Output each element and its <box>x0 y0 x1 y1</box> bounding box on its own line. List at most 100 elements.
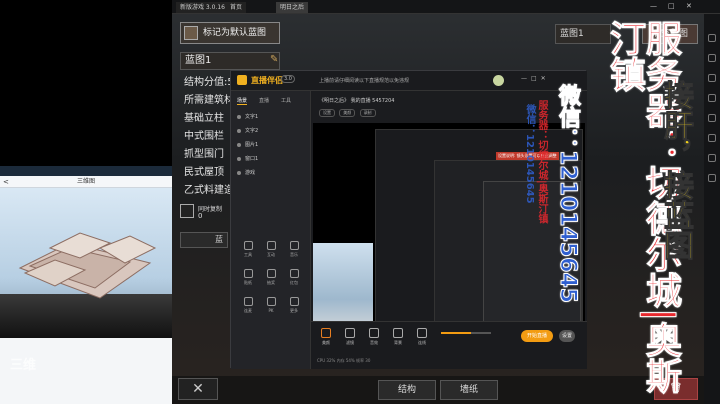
app-name: 直播伴侣 <box>251 76 283 85</box>
copy-checkbox[interactable] <box>180 204 194 218</box>
blue-button[interactable]: 蓝 <box>180 232 228 248</box>
keyboard-icon[interactable] <box>708 34 716 42</box>
app-title-bar: 直播伴侣 3.0 上播前请仔细阅读以下直播规范以免违规 —□✕ <box>231 71 587 91</box>
tool-label: 工具 <box>244 252 252 257</box>
layer-item[interactable]: 文字1 <box>235 111 307 123</box>
settings-button[interactable]: 设置 <box>559 330 575 342</box>
filter-icon <box>345 328 355 338</box>
tool-icon <box>266 269 276 278</box>
gamepad-icon[interactable] <box>708 54 716 62</box>
minimize-icon[interactable]: — <box>650 2 657 10</box>
bottom-tool-label: 滤镜 <box>346 340 354 345</box>
tab-scene[interactable]: 场景 <box>237 97 248 105</box>
beauty-button[interactable]: 美颜 <box>315 328 337 346</box>
app-notice: 上播前请仔细阅读以下直播规范以免违规 <box>319 78 410 84</box>
close-icon[interactable]: ✕ <box>686 2 692 10</box>
bottom-tool-label: 音效 <box>370 340 378 345</box>
mirror-wechat-text: 微信：1210145645 <box>524 104 535 204</box>
wechat-overlay-text: 微信：1210145645 <box>555 83 581 304</box>
pencil-icon[interactable]: ✎ <box>270 54 278 65</box>
watermark-logo: 三维 <box>10 357 37 372</box>
tool-button[interactable]: PK <box>260 297 282 313</box>
layer-item[interactable]: 游戏 <box>235 167 307 179</box>
tool-button[interactable]: 音乐 <box>283 241 305 258</box>
visibility-icon[interactable] <box>237 171 241 175</box>
start-live-button[interactable]: 开始直播 <box>521 330 553 342</box>
building-model <box>18 232 157 299</box>
tab-tools[interactable]: 工具 <box>281 97 291 104</box>
volume-icon[interactable] <box>708 114 716 122</box>
tool-label: 红包 <box>290 280 298 285</box>
tab-emulator[interactable]: 新版游戏 3.0.16 <box>176 2 229 13</box>
phone-preview: < 三维图 三维 <box>0 166 172 404</box>
volume-slider[interactable] <box>441 332 491 334</box>
emulator-tab-bar: 新版游戏 3.0.16 首页 明日之后 — □ ✕ <box>172 0 720 14</box>
back-icon[interactable]: < <box>3 176 9 188</box>
tab-game[interactable]: 明日之后 <box>276 2 309 13</box>
layer-label: 窗口1 <box>245 156 259 162</box>
layer-label: 游戏 <box>245 170 256 176</box>
tool-icon <box>266 297 276 306</box>
tool-button[interactable]: 抽奖 <box>260 269 282 286</box>
visibility-icon[interactable] <box>237 115 241 119</box>
chip-settings[interactable]: 设置 <box>319 109 335 117</box>
room-chips: 设置 美颜 录制 <box>319 109 379 117</box>
tool-button[interactable]: 连麦 <box>237 297 259 314</box>
layer-label: 文字2 <box>245 128 259 134</box>
structure-button[interactable]: 结构 <box>378 380 436 400</box>
connect-button[interactable]: 连线 <box>411 328 433 346</box>
more-icon[interactable] <box>708 174 716 182</box>
filter-button[interactable]: 滤镜 <box>339 328 361 346</box>
app-logo-icon <box>237 75 247 85</box>
tab-home[interactable]: 首页 <box>226 2 247 13</box>
phone-toolbar: < 三维图 <box>0 176 172 188</box>
screenshot-icon[interactable] <box>708 74 716 82</box>
visibility-icon[interactable] <box>237 157 241 161</box>
phone-title: 三维图 <box>76 178 95 185</box>
tool-label: PK <box>268 308 274 313</box>
tool-button[interactable]: 工具 <box>237 241 259 258</box>
layer-item[interactable]: 窗口1 <box>235 153 307 165</box>
tool-button[interactable]: 贴纸 <box>237 269 259 286</box>
background-button[interactable]: 背景 <box>387 328 409 346</box>
tool-button[interactable]: 互动 <box>260 241 282 258</box>
bottom-tool-label: 背景 <box>394 340 402 345</box>
visibility-icon[interactable] <box>237 143 241 147</box>
avatar[interactable] <box>493 75 504 86</box>
rotate-icon[interactable] <box>708 134 716 142</box>
app-window-controls[interactable]: —□✕ <box>521 75 550 82</box>
chip-record[interactable]: 录制 <box>359 109 376 117</box>
close-icon[interactable]: ✕ <box>178 378 218 400</box>
visibility-icon[interactable] <box>237 129 241 133</box>
folder-icon[interactable] <box>708 154 716 162</box>
tool-icon <box>243 269 253 278</box>
blueprint-select[interactable]: 蓝图1 <box>555 24 611 44</box>
tool-icon <box>289 241 299 250</box>
service-overlay-text: 接肝，接蓝图 <box>658 80 694 261</box>
phone-status-bar <box>0 166 172 176</box>
tool-button[interactable]: 更多 <box>283 297 305 314</box>
room-info: 《明日之后》 我的直播 5457204 <box>319 98 395 104</box>
blueprint-icon <box>184 26 198 40</box>
chip-beauty[interactable]: 美颜 <box>339 109 356 117</box>
status-info: CPU 32% 内存 54% 帧率 30 <box>317 358 371 363</box>
tool-label: 音乐 <box>290 252 298 257</box>
3d-model-view[interactable] <box>0 188 172 338</box>
maximize-icon[interactable]: □ <box>668 2 675 10</box>
layer-label: 文字1 <box>245 114 259 120</box>
record-icon[interactable] <box>708 94 716 102</box>
layer-item[interactable]: 文字2 <box>235 125 307 137</box>
sound-icon <box>369 328 379 338</box>
blueprint-name-field[interactable]: 蓝图1 <box>180 52 280 70</box>
tab-live[interactable]: 直播 <box>259 97 269 104</box>
tool-icon <box>243 297 253 306</box>
tool-label: 更多 <box>290 308 298 313</box>
tool-icon <box>266 241 276 250</box>
layer-item[interactable]: 图片1 <box>235 139 307 151</box>
tool-button[interactable]: 红包 <box>283 269 305 286</box>
wallpaper-button[interactable]: 墙纸 <box>440 380 498 400</box>
sound-button[interactable]: 音效 <box>363 328 385 346</box>
copy-count: 0 <box>198 212 203 220</box>
app-version-badge: 3.0 <box>281 75 295 83</box>
background-icon <box>393 328 403 338</box>
